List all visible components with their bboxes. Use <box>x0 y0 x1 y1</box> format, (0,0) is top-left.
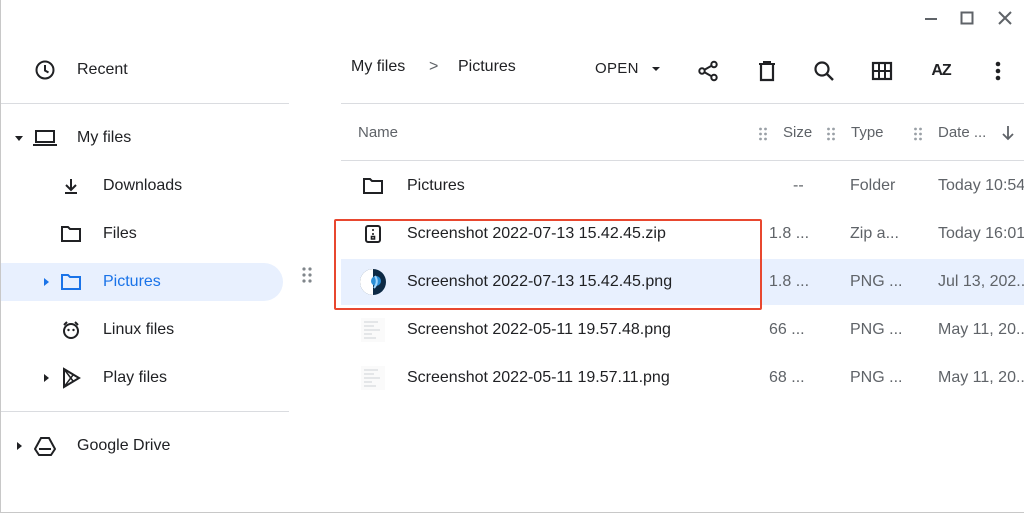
file-date: May 11, 20... <box>938 321 1024 338</box>
sidebar-item-recent[interactable]: Recent <box>1 51 283 89</box>
file-size: 1.8 ... <box>769 225 810 242</box>
sidebar-item-label: Downloads <box>103 177 183 194</box>
sidebar-item-google-drive[interactable]: Google Drive <box>1 427 283 465</box>
google-drive-icon <box>33 434 57 458</box>
folder-icon <box>59 270 83 294</box>
more-vert-icon <box>995 61 1001 81</box>
sidebar-item-label: Linux files <box>103 321 175 338</box>
search-button[interactable] <box>809 56 839 86</box>
file-name: Screenshot 2022-05-11 19.57.11.png <box>407 369 670 386</box>
sidebar: Recent My files Downloads Files Pictures… <box>1 0 291 513</box>
file-size: 1.8 ... <box>769 273 810 290</box>
sidebar-item-downloads[interactable]: Downloads <box>1 167 283 205</box>
minimize-icon <box>925 18 937 20</box>
arrow-down-icon <box>1002 126 1014 141</box>
minimize-button[interactable] <box>919 6 943 30</box>
table-row[interactable]: Screenshot 2022-05-11 19.57.11.png 68 ..… <box>341 355 1024 401</box>
sidebar-item-my-files[interactable]: My files <box>1 119 283 157</box>
table-row[interactable]: Screenshot 2022-05-11 19.57.48.png 66 ..… <box>341 307 1024 353</box>
divider <box>341 160 1024 161</box>
close-button[interactable] <box>993 6 1017 30</box>
file-type: Zip a... <box>850 225 899 242</box>
sidebar-item-label: Files <box>103 225 137 242</box>
file-type: Folder <box>850 177 896 194</box>
play-icon <box>59 366 83 390</box>
clock-icon <box>33 58 57 82</box>
open-button-label: OPEN <box>595 60 639 77</box>
column-header-type[interactable]: Type <box>851 124 884 141</box>
breadcrumb-separator: > <box>429 58 439 75</box>
linux-icon <box>59 318 83 342</box>
chevron-down-icon <box>651 66 660 71</box>
close-icon <box>998 11 1012 25</box>
file-date: Jul 13, 202... <box>938 273 1024 290</box>
file-size: 66 ... <box>769 321 805 338</box>
file-type: PNG ... <box>850 273 903 290</box>
share-button[interactable] <box>693 56 723 86</box>
sidebar-item-pictures[interactable]: Pictures <box>1 263 283 301</box>
sort-icon: AZ <box>931 62 951 79</box>
search-icon <box>814 61 834 81</box>
breadcrumb-my-files[interactable]: My files <box>351 58 405 76</box>
file-date: May 11, 20... <box>938 369 1024 386</box>
grid-view-icon <box>871 61 893 81</box>
column-header-size[interactable]: Size <box>783 124 812 141</box>
divider <box>1 411 289 412</box>
delete-button[interactable] <box>752 56 782 86</box>
column-header-name[interactable]: Name <box>358 124 398 141</box>
column-resize-handle[interactable] <box>826 124 836 142</box>
file-size: -- <box>793 177 804 194</box>
image-thumbnail <box>359 364 387 392</box>
sidebar-resize-handle[interactable] <box>301 266 313 284</box>
column-resize-handle[interactable] <box>913 124 923 142</box>
divider <box>1 103 289 104</box>
share-icon <box>698 60 718 82</box>
expand-arrow-icon[interactable] <box>40 276 52 288</box>
maximize-button[interactable] <box>955 6 979 30</box>
folder-icon <box>59 222 83 246</box>
sidebar-item-files[interactable]: Files <box>1 215 283 253</box>
files-app-window: Recent My files Downloads Files Pictures… <box>0 0 1024 513</box>
expand-arrow-icon[interactable] <box>13 440 25 452</box>
highlight-box <box>334 219 762 310</box>
more-options-button[interactable] <box>983 56 1013 86</box>
file-type: PNG ... <box>850 321 903 338</box>
file-name: Pictures <box>407 177 465 194</box>
sidebar-item-label: Play files <box>103 369 168 386</box>
grid-view-button[interactable] <box>867 56 897 86</box>
sidebar-item-play-files[interactable]: Play files <box>1 359 283 397</box>
laptop-icon <box>33 126 57 150</box>
file-type: PNG ... <box>850 369 903 386</box>
trash-icon <box>759 61 775 82</box>
sidebar-item-label: Pictures <box>103 273 161 290</box>
maximize-icon <box>960 11 974 25</box>
sidebar-item-label: Recent <box>77 61 128 78</box>
column-resize-handle[interactable] <box>758 124 768 142</box>
file-name: Screenshot 2022-05-11 19.57.48.png <box>407 321 671 338</box>
sidebar-item-label: My files <box>77 129 132 146</box>
expand-arrow-icon[interactable] <box>13 132 25 144</box>
sidebar-item-linux-files[interactable]: Linux files <box>1 311 283 349</box>
breadcrumb-pictures[interactable]: Pictures <box>458 58 516 76</box>
divider <box>341 103 1024 104</box>
file-date: Today 10:54 <box>938 177 1024 194</box>
open-button[interactable]: OPEN <box>595 60 661 77</box>
expand-arrow-icon[interactable] <box>40 372 52 384</box>
download-icon <box>59 174 83 198</box>
sidebar-item-label: Google Drive <box>77 437 171 454</box>
file-date: Today 16:01 <box>938 225 1024 242</box>
sort-button[interactable]: AZ <box>925 56 957 86</box>
file-size: 68 ... <box>769 369 805 386</box>
folder-icon <box>359 172 387 200</box>
column-header-date[interactable]: Date ... <box>938 124 986 141</box>
table-row[interactable]: Pictures -- Folder Today 10:54 <box>341 163 1024 209</box>
image-thumbnail <box>359 316 387 344</box>
